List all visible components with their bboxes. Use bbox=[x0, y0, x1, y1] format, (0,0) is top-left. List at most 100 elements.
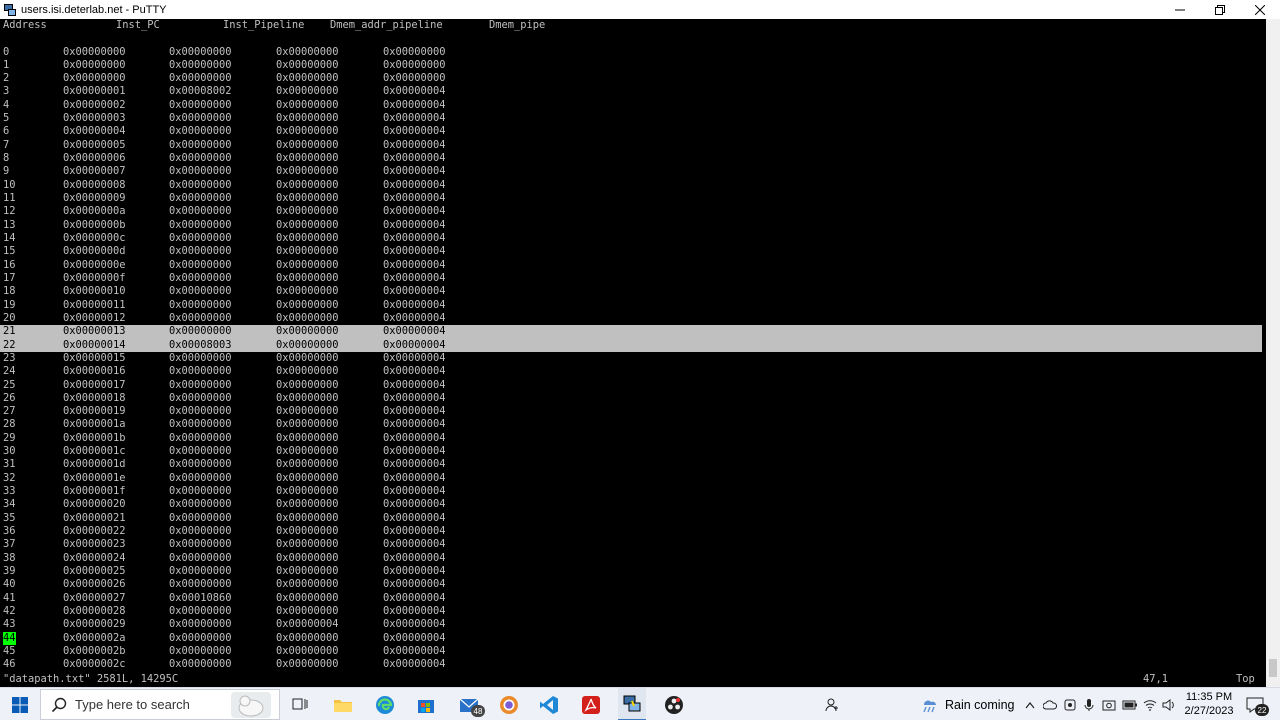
row-inst-pipeline: 0x00000000 bbox=[169, 245, 232, 258]
tray-app-button-1[interactable] bbox=[1061, 688, 1079, 720]
putty-app-icon[interactable] bbox=[3, 3, 17, 17]
row-dmem-addr-pipeline: 0x00000000 bbox=[276, 458, 339, 471]
vim-status-line: "datapath.txt" 2581L, 14295C 47,1 Top bbox=[0, 672, 1266, 686]
tray-app-button-2[interactable] bbox=[1100, 688, 1118, 720]
edge-browser-button[interactable] bbox=[372, 688, 398, 720]
table-row[interactable]: 19 0x00000011 0x00000000 0x00000000 0x000000… bbox=[0, 299, 1262, 312]
people-button[interactable] bbox=[822, 688, 842, 720]
table-row[interactable]: 29 0x0000001b 0x00000000 0x00000000 0x000000… bbox=[0, 432, 1262, 445]
table-row[interactable]: 32 0x0000001e 0x00000000 0x00000000 0x000000… bbox=[0, 472, 1262, 485]
row-dmem-addr-pipeline: 0x00000000 bbox=[276, 285, 339, 298]
table-row[interactable]: 46 0x0000002c 0x00000000 0x00000000 0x000000… bbox=[0, 658, 1262, 671]
table-row[interactable]: 9 0x00000007 0x00000000 0x00000000 0x0000000… bbox=[0, 165, 1262, 178]
table-row[interactable]: 23 0x00000015 0x00000000 0x00000000 0x000000… bbox=[0, 352, 1262, 365]
show-hidden-icons-button[interactable] bbox=[1022, 688, 1038, 720]
table-row[interactable]: 38 0x00000024 0x00000000 0x00000000 0x000000… bbox=[0, 552, 1262, 565]
table-row[interactable]: 39 0x00000025 0x00000000 0x00000000 0x000000… bbox=[0, 565, 1262, 578]
scrollbar-thumb[interactable] bbox=[1269, 659, 1277, 677]
table-row[interactable]: 24 0x00000016 0x00000000 0x00000000 0x000000… bbox=[0, 365, 1262, 378]
table-row[interactable]: 18 0x00000010 0x00000000 0x00000000 0x000000… bbox=[0, 285, 1262, 298]
onedrive-tray-button[interactable] bbox=[1041, 688, 1059, 720]
close-button[interactable] bbox=[1240, 0, 1280, 19]
file-explorer-button[interactable] bbox=[330, 688, 356, 720]
table-row[interactable]: 15 0x0000000d 0x00000000 0x00000000 0x000000… bbox=[0, 245, 1262, 258]
table-row[interactable]: 14 0x0000000c 0x00000000 0x00000000 0x000000… bbox=[0, 232, 1262, 245]
table-row[interactable]: 20 0x00000012 0x00000000 0x00000000 0x000000… bbox=[0, 312, 1262, 325]
table-row[interactable]: 21 0x00000013 0x00000000 0x00000000 0x000000… bbox=[0, 325, 1262, 339]
minimize-button[interactable] bbox=[1160, 0, 1200, 19]
row-dmem-pipe: 0x00000004 bbox=[383, 538, 446, 551]
table-row[interactable]: 45 0x0000002b 0x00000000 0x00000000 0x000000… bbox=[0, 645, 1262, 658]
table-row[interactable]: 41 0x00000027 0x00010860 0x00000000 0x000000… bbox=[0, 592, 1262, 605]
table-row[interactable]: 2 0x00000000 0x00000000 0x00000000 0x0000000… bbox=[0, 72, 1262, 85]
table-row[interactable]: 30 0x0000001c 0x00000000 0x00000000 0x000000… bbox=[0, 445, 1262, 458]
battery-tray-button[interactable] bbox=[1120, 688, 1140, 720]
table-row[interactable]: 42 0x00000028 0x00000000 0x00000000 0x000000… bbox=[0, 605, 1262, 618]
table-row[interactable]: 43 0x00000029 0x00000000 0x00000004 0x000000… bbox=[0, 618, 1262, 631]
table-row[interactable]: 17 0x0000000f 0x00000000 0x00000000 0x000000… bbox=[0, 272, 1262, 285]
table-row[interactable]: 26 0x00000018 0x00000000 0x00000000 0x000000… bbox=[0, 392, 1262, 405]
row-dmem-pipe: 0x00000004 bbox=[383, 525, 446, 538]
table-row[interactable]: 3 0x00000001 0x00008002 0x00000000 0x0000000… bbox=[0, 85, 1262, 98]
acrobat-button[interactable] bbox=[578, 688, 604, 720]
row-dmem-pipe: 0x00000004 bbox=[383, 338, 446, 351]
network-tray-button[interactable] bbox=[1141, 688, 1159, 720]
row-address: 18 bbox=[3, 285, 16, 298]
table-row[interactable]: 40 0x00000026 0x00000000 0x00000000 0x000000… bbox=[0, 578, 1262, 591]
task-view-button[interactable] bbox=[288, 688, 312, 720]
row-dmem-pipe: 0x00000004 bbox=[383, 125, 446, 138]
table-row[interactable]: 12 0x0000000a 0x00000000 0x00000000 0x000000… bbox=[0, 205, 1262, 218]
row-inst-pipeline: 0x00000000 bbox=[169, 631, 232, 644]
row-dmem-addr-pipeline: 0x00000000 bbox=[276, 138, 339, 151]
table-row[interactable]: 44 0x0000002a 0x00000000 0x00000000 0x000000… bbox=[0, 631, 1262, 645]
row-inst-pc: 0x00000009 bbox=[63, 192, 126, 205]
notification-center-button[interactable]: 22 bbox=[1242, 688, 1269, 720]
table-row[interactable]: 8 0x00000006 0x00000000 0x00000000 0x0000000… bbox=[0, 152, 1262, 165]
chrome-button[interactable] bbox=[496, 688, 522, 720]
table-row[interactable]: 1 0x00000000 0x00000000 0x00000000 0x0000000… bbox=[0, 59, 1262, 72]
row-inst-pipeline: 0x00000000 bbox=[169, 98, 232, 111]
table-row[interactable]: 5 0x00000003 0x00000000 0x00000000 0x0000000… bbox=[0, 112, 1262, 125]
store-icon bbox=[418, 699, 434, 713]
table-row[interactable]: 31 0x0000001d 0x00000000 0x00000000 0x000000… bbox=[0, 458, 1262, 471]
mail-button[interactable]: 48 bbox=[455, 688, 485, 720]
table-row[interactable]: 22 0x00000014 0x00008003 0x00000000 0x000000… bbox=[0, 338, 1262, 352]
table-row[interactable]: 28 0x0000001a 0x00000000 0x00000000 0x000000… bbox=[0, 418, 1262, 431]
start-button[interactable] bbox=[0, 688, 40, 720]
row-inst-pipeline: 0x00000000 bbox=[169, 72, 232, 85]
table-row[interactable]: 6 0x00000004 0x00000000 0x00000000 0x0000000… bbox=[0, 125, 1262, 138]
row-dmem-addr-pipeline: 0x00000000 bbox=[276, 152, 339, 165]
microphone-tray-button[interactable] bbox=[1080, 688, 1098, 720]
putty-taskbar-button[interactable] bbox=[618, 688, 646, 720]
row-dmem-pipe: 0x00000004 bbox=[383, 471, 446, 484]
table-row[interactable]: 37 0x00000023 0x00000000 0x00000000 0x000000… bbox=[0, 538, 1262, 551]
table-row[interactable]: 36 0x00000022 0x00000000 0x00000000 0x000000… bbox=[0, 525, 1262, 538]
table-row[interactable]: 34 0x00000020 0x00000000 0x00000000 0x000000… bbox=[0, 498, 1262, 511]
taskbar-search-box[interactable]: Type here to search bbox=[40, 689, 280, 720]
table-row[interactable]: 10 0x00000008 0x00000000 0x00000000 0x000000… bbox=[0, 179, 1262, 192]
minimize-icon bbox=[1175, 9, 1185, 10]
table-row[interactable]: 7 0x00000005 0x00000000 0x00000000 0x0000000… bbox=[0, 139, 1262, 152]
taskbar-clock[interactable]: 11:35 PM 2/27/2023 bbox=[1183, 690, 1235, 718]
table-row[interactable]: 4 0x00000002 0x00000000 0x00000000 0x0000000… bbox=[0, 99, 1262, 112]
weather-widget[interactable]: Rain coming bbox=[920, 688, 1015, 720]
obs-button[interactable] bbox=[661, 688, 687, 720]
terminal-scrollbar[interactable] bbox=[1266, 19, 1280, 687]
store-button[interactable] bbox=[413, 688, 439, 720]
table-row[interactable]: 13 0x0000000b 0x00000000 0x00000000 0x000000… bbox=[0, 219, 1262, 232]
table-row[interactable]: 25 0x00000017 0x00000000 0x00000000 0x000000… bbox=[0, 379, 1262, 392]
table-row[interactable]: 27 0x00000019 0x00000000 0x00000000 0x000000… bbox=[0, 405, 1262, 418]
table-row[interactable]: 35 0x00000021 0x00000000 0x00000000 0x000000… bbox=[0, 512, 1262, 525]
row-inst-pipeline: 0x00000000 bbox=[169, 311, 232, 324]
vscode-button[interactable] bbox=[536, 688, 562, 720]
table-row[interactable]: 11 0x00000009 0x00000000 0x00000000 0x000000… bbox=[0, 192, 1262, 205]
volume-tray-button[interactable] bbox=[1160, 688, 1178, 720]
table-row[interactable]: 33 0x0000001f 0x00000000 0x00000000 0x000000… bbox=[0, 485, 1262, 498]
row-dmem-pipe: 0x00000004 bbox=[383, 485, 446, 498]
table-row[interactable]: 0 0x00000000 0x00000000 0x00000000 0x0000000… bbox=[0, 46, 1262, 59]
table-row[interactable]: 16 0x0000000e 0x00000000 0x00000000 0x000000… bbox=[0, 259, 1262, 272]
row-inst-pc: 0x0000001d bbox=[63, 458, 126, 471]
row-dmem-pipe: 0x00000004 bbox=[383, 271, 446, 284]
terminal-area[interactable]: Address Inst_PC Inst_Pipeline Dmem_addr_… bbox=[0, 19, 1266, 687]
restore-button[interactable] bbox=[1200, 0, 1240, 19]
